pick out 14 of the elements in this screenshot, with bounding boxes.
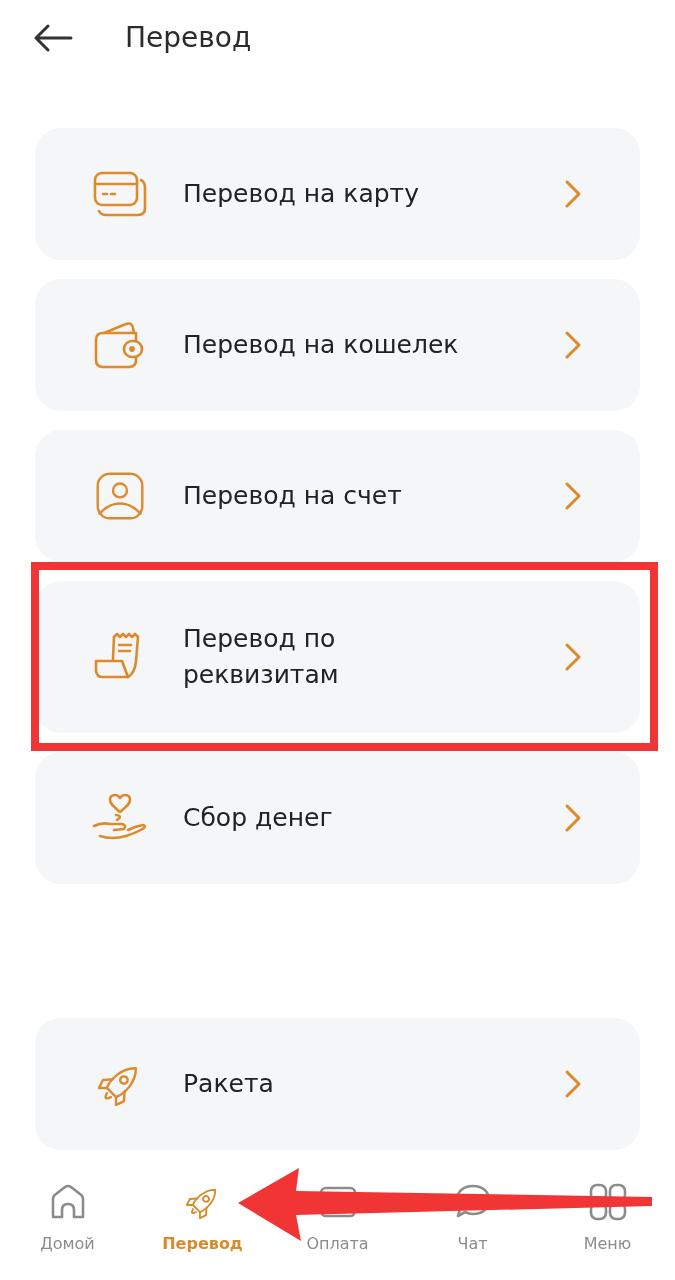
back-button[interactable] <box>33 23 73 53</box>
menu-item[interactable]: Перевод на счет <box>35 430 640 562</box>
chevron-right-icon <box>564 330 582 360</box>
menu-item[interactable]: Сбор денег <box>35 752 640 884</box>
chevron-right-icon <box>564 642 582 672</box>
menu-item[interactable]: Ракета <box>35 1018 640 1150</box>
chevron-right-icon <box>564 481 582 511</box>
chevron-right-icon <box>564 803 582 833</box>
menu-item[interactable]: Перевод на карту <box>35 128 640 260</box>
back-arrow-icon <box>33 23 73 53</box>
chevron-right-icon <box>564 179 582 209</box>
chevron-right-icon <box>564 1069 582 1099</box>
page-title: Перевод <box>125 21 252 55</box>
menu-item[interactable]: Перевод на кошелек <box>35 279 640 411</box>
